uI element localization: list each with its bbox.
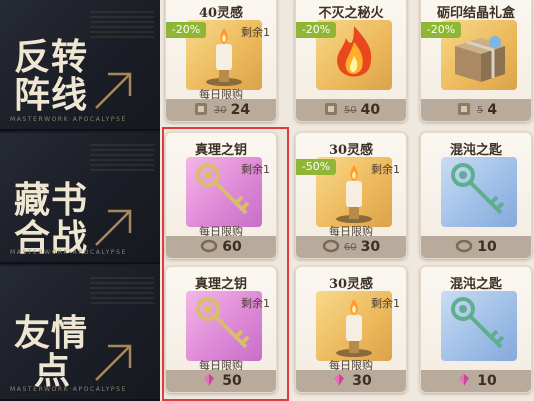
item-name: 混沌之匙 <box>449 277 502 292</box>
remaining-count: 剩余1 <box>371 163 400 176</box>
category-title-line2: 阵线 <box>14 74 89 116</box>
ticket-icon <box>192 101 210 120</box>
original-price: 30 <box>213 104 227 116</box>
arrow-up-right-icon <box>95 209 132 246</box>
item-name: 砺印结晶礼盒 <box>436 6 515 21</box>
item-name: 真理之钥 <box>194 277 247 292</box>
category-tab-reversal-front[interactable]: 反转 阵线 MASTERWORK·APOCALYPSE <box>0 0 160 131</box>
price-value: 4 <box>487 102 498 118</box>
store-item-card[interactable]: 真理之钥 剩余1 每日限购 50 <box>165 266 277 393</box>
banner-motto: MASTERWORK·APOCALYPSE <box>10 116 127 123</box>
category-title-line1: 友情 <box>14 312 89 354</box>
price-bar[interactable]: 30 <box>296 370 406 392</box>
discount-badge: -20% <box>421 22 461 38</box>
price-bar[interactable]: 10 <box>421 370 531 392</box>
price-value: 10 <box>477 239 497 255</box>
category-tab-friendship-points[interactable]: 友情 点 MASTERWORK·APOCALYPSE <box>0 266 160 401</box>
remaining-count: 剩余1 <box>241 297 270 310</box>
store-item-card[interactable]: 40灵感 -20% 剩余1 每日限购 30 24 <box>165 0 277 122</box>
original-price: 50 <box>343 104 357 116</box>
price-bar[interactable]: 60 30 <box>296 236 406 258</box>
price-bar[interactable]: 50 40 <box>296 99 406 121</box>
item-name: 30灵感 <box>328 277 374 292</box>
store-item-card[interactable]: 砺印结晶礼盒 -20% 5 4 <box>420 0 532 122</box>
item-name: 混沌之匙 <box>449 143 502 158</box>
gem-icon <box>455 372 473 391</box>
ticket-icon <box>455 101 473 120</box>
remaining-count: 剩余1 <box>371 297 400 310</box>
remaining-count: 剩余1 <box>241 26 270 39</box>
category-title: 反转 阵线 <box>14 38 94 114</box>
key-icon <box>441 291 517 361</box>
store-item-card[interactable]: 不灭之秘火 -20% 50 40 <box>295 0 407 122</box>
gem-icon <box>200 372 218 391</box>
banner-motto: MASTERWORK·APOCALYPSE <box>10 386 127 393</box>
price-value: 24 <box>230 102 251 118</box>
item-name: 30灵感 <box>328 143 374 158</box>
price-bar[interactable]: 50 <box>166 370 276 392</box>
price-value: 30 <box>352 373 372 389</box>
ring-icon <box>200 238 218 257</box>
ticket-icon <box>322 101 340 120</box>
price-value: 60 <box>222 239 242 255</box>
store-item-card[interactable]: 混沌之匙 10 <box>420 266 532 393</box>
discount-badge: -20% <box>296 22 336 38</box>
arrow-up-right-icon <box>95 72 132 109</box>
arrow-up-right-icon <box>95 344 132 381</box>
category-title: 藏书 合战 <box>14 181 94 257</box>
price-value: 40 <box>360 102 381 118</box>
banner-motto: MASTERWORK·APOCALYPSE <box>10 249 127 256</box>
original-price: 5 <box>476 104 484 116</box>
price-bar[interactable]: 60 <box>166 236 276 258</box>
price-bar[interactable]: 10 <box>421 236 531 258</box>
item-name: 40灵感 <box>198 6 244 21</box>
category-title-line2: 点 <box>34 350 72 392</box>
store-item-card[interactable]: 30灵感 剩余1 每日限购 30 <box>295 266 407 393</box>
price-value: 50 <box>222 373 242 389</box>
key-icon <box>441 157 517 227</box>
price-bar[interactable]: 54 <box>421 99 531 121</box>
original-price: 60 <box>343 241 357 253</box>
store-item-card[interactable]: 30灵感 -50% 剩余1 每日限购 60 30 <box>295 132 407 259</box>
category-title-line1: 反转 <box>14 36 89 78</box>
category-title-line1: 藏书 <box>14 179 89 221</box>
price-bar[interactable]: 30 24 <box>166 99 276 121</box>
item-name: 不灭之秘火 <box>318 6 384 21</box>
store-item-card[interactable]: 混沌之匙 10 <box>420 132 532 259</box>
category-sidebar: 反转 阵线 MASTERWORK·APOCALYPSE 藏书 合战 MASTER… <box>0 0 160 401</box>
ring-icon <box>322 238 340 257</box>
category-tab-library-battle[interactable]: 藏书 合战 MASTERWORK·APOCALYPSE <box>0 133 160 264</box>
store-item-card[interactable]: 真理之钥 剩余1 每日限购 60 <box>165 132 277 259</box>
price-value: 10 <box>477 373 497 389</box>
item-name: 真理之钥 <box>194 143 247 158</box>
gem-icon <box>330 372 348 391</box>
discount-badge: -20% <box>166 22 206 38</box>
discount-badge: -50% <box>296 159 336 175</box>
price-value: 30 <box>360 239 381 255</box>
category-title: 友情 点 <box>14 314 94 390</box>
ring-icon <box>455 238 473 257</box>
remaining-count: 剩余1 <box>241 163 270 176</box>
